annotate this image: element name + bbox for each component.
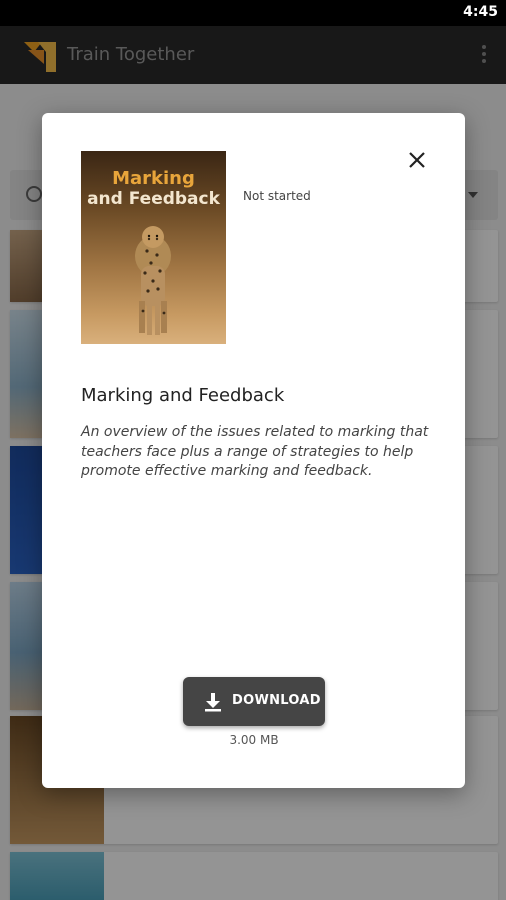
download-button-label: DOWNLOAD [232, 693, 321, 708]
status-bar: 4:45 [0, 0, 506, 26]
cover-title-line-2: and Feedback [87, 189, 220, 209]
close-icon[interactable] [404, 147, 430, 173]
file-size: 3.00 MB [229, 733, 279, 747]
cover-title-line-1: Marking [112, 168, 195, 189]
course-title: Marking and Feedback [81, 385, 285, 406]
course-status-label: Not started [243, 189, 311, 203]
cover-title: Marking and Feedback [81, 168, 226, 210]
course-cover-image: Marking and Feedback [81, 151, 226, 344]
download-button[interactable]: DOWNLOAD [183, 677, 325, 726]
status-time: 4:45 [463, 4, 498, 20]
download-icon [205, 693, 221, 712]
course-detail-dialog: Marking and Feedback Not started Marking… [42, 113, 465, 788]
course-description: An overview of the issues related to mar… [81, 424, 429, 479]
